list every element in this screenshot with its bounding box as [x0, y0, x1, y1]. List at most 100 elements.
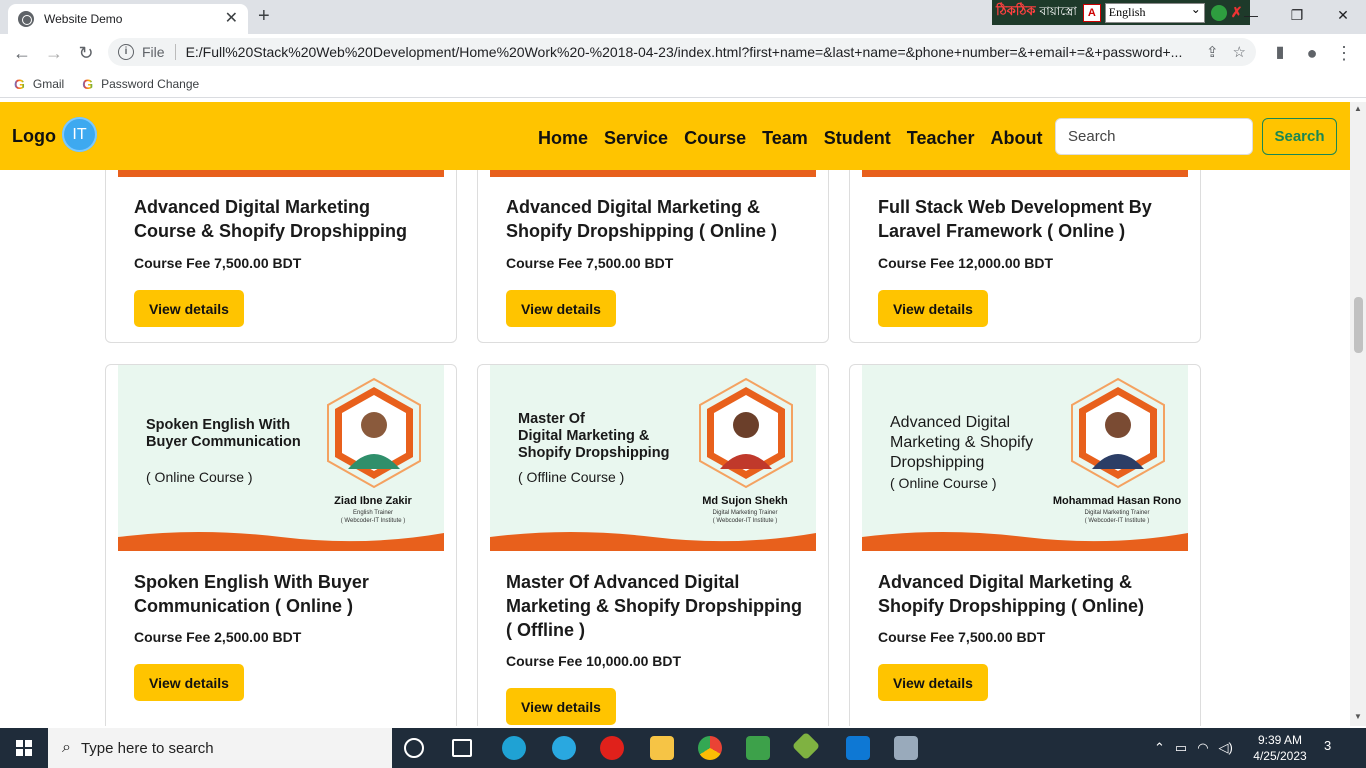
reload-icon[interactable]: ↻: [74, 41, 98, 65]
taskbar-search-input[interactable]: ⌕ Type here to search: [48, 728, 392, 768]
close-tab-icon[interactable]: ✕: [225, 11, 238, 27]
bookmark-label: Password Change: [101, 76, 200, 91]
nav-teacher[interactable]: Teacher: [907, 128, 975, 149]
nav-home[interactable]: Home: [538, 128, 588, 149]
browser-tab[interactable]: Website Demo ✕: [8, 4, 248, 34]
adobe-icon[interactable]: A: [1082, 3, 1101, 22]
download-icon[interactable]: [1210, 4, 1227, 21]
edge-icon[interactable]: [502, 736, 526, 760]
nav-course[interactable]: Course: [684, 128, 746, 149]
view-details-button[interactable]: View details: [134, 290, 244, 327]
course-card: Master Of Digital Marketing & Shopify Dr…: [477, 364, 829, 726]
trainer-institute: ( Webcoder-IT Institute ): [1084, 518, 1150, 524]
scrollbar-thumb[interactable]: [1354, 297, 1363, 353]
bookmark-password-change[interactable]: G Password Change: [82, 76, 199, 92]
volume-icon[interactable]: ◁): [1219, 740, 1233, 756]
course-fee: Course Fee 7,500.00 BDT: [134, 255, 302, 271]
network-tool-icon[interactable]: [894, 736, 918, 760]
notepad-plus-icon[interactable]: [746, 736, 770, 760]
profile-icon[interactable]: ●: [1300, 41, 1324, 65]
windows-start-icon[interactable]: [0, 728, 48, 768]
course-card: Spoken English With Buyer Communication …: [105, 364, 457, 726]
google-icon: G: [14, 75, 25, 92]
file-explorer-icon[interactable]: [650, 736, 674, 760]
taskbar-search-placeholder: Type here to search: [80, 739, 214, 757]
notification-icon[interactable]: 3: [1324, 738, 1344, 758]
course-fee: Course Fee 7,500.00 BDT: [878, 629, 1046, 645]
bookmark-star-icon[interactable]: ☆: [1233, 43, 1246, 61]
url-scheme-label: File: [142, 44, 165, 60]
task-view-icon[interactable]: [452, 739, 472, 757]
scroll-up-icon[interactable]: ▲: [1354, 104, 1362, 113]
banner-bottom-strip: [490, 169, 816, 177]
banner-title: Master Of Digital Marketing & Shopify Dr…: [518, 411, 670, 461]
back-icon[interactable]: ←: [10, 41, 34, 65]
bookmarks-bar: G Gmail G Password Change: [0, 70, 1366, 98]
address-bar[interactable]: i File E:/Full%20Stack%20Web%20Developme…: [108, 38, 1256, 66]
banner-subtitle: ( Offline Course ): [518, 469, 625, 485]
bookmark-gmail[interactable]: G Gmail: [14, 76, 64, 92]
notification-count: 3: [1324, 738, 1332, 753]
cortana-icon[interactable]: [404, 738, 424, 758]
course-title: Master Of Advanced Digital Marketing & S…: [506, 572, 802, 640]
course-fee: Course Fee 7,500.00 BDT: [506, 255, 674, 271]
nav-about[interactable]: About: [990, 128, 1042, 149]
taskbar-clock[interactable]: 9:39 AM 4/25/2023: [1250, 732, 1310, 764]
search-icon: ⌕: [62, 739, 71, 756]
battery-icon[interactable]: ▭: [1175, 740, 1187, 756]
url-text[interactable]: E:/Full%20Stack%20Web%20Development/Home…: [186, 44, 1192, 60]
restore-icon[interactable]: ❐: [1274, 0, 1320, 30]
course-fee: Course Fee 12,000.00 BDT: [878, 255, 1054, 271]
view-details-button[interactable]: View details: [878, 664, 988, 701]
nav-team[interactable]: Team: [762, 128, 808, 149]
view-details-button[interactable]: View details: [878, 290, 988, 327]
tab-title: Website Demo: [44, 12, 123, 26]
globe-icon: [18, 11, 34, 27]
close-window-icon[interactable]: ✕: [1320, 0, 1366, 30]
site-search-input[interactable]: [1055, 118, 1253, 155]
side-panel-icon[interactable]: ▮: [1268, 41, 1292, 65]
course-banner-image: Spoken English With Buyer Communication …: [118, 365, 444, 551]
site-search-button[interactable]: Search: [1262, 118, 1337, 155]
forward-icon[interactable]: →: [42, 41, 66, 65]
tab-strip: Website Demo ✕ + ঠিকঠিক বায়াস্ত্রো A En…: [0, 0, 1366, 34]
wifi-icon[interactable]: ◠: [1197, 740, 1208, 756]
trainer-photo: [327, 377, 421, 489]
chevron-up-icon[interactable]: ⌃: [1154, 740, 1165, 756]
main-menu: Home Service Course Team Student Teacher…: [538, 128, 1042, 149]
course-title: Full Stack Web Development By Laravel Fr…: [878, 197, 1152, 241]
skype-icon[interactable]: [552, 736, 576, 760]
browser-toolbar: ← → ↻ i File E:/Full%20Stack%20Web%20Dev…: [0, 34, 1366, 70]
banner-subtitle: ( Online Course ): [146, 469, 253, 485]
git-icon[interactable]: [791, 731, 821, 761]
view-details-button[interactable]: View details: [506, 290, 616, 327]
menu-kebab-icon[interactable]: ⋮: [1332, 41, 1356, 65]
new-tab-button[interactable]: +: [258, 6, 270, 26]
windows-taskbar: ⌕ Type here to search ⌃ ▭ ◠ ◁) 9:39 AM 4…: [0, 728, 1366, 768]
share-icon[interactable]: ⇪: [1206, 43, 1219, 61]
banner-wave: [490, 532, 816, 551]
banner-subtitle: ( Online Course ): [890, 475, 997, 491]
google-icon: G: [82, 75, 94, 92]
site-logo-text[interactable]: Logo: [12, 126, 56, 147]
view-details-button[interactable]: View details: [506, 688, 616, 725]
trainer-role: English Trainer: [352, 510, 394, 516]
opera-icon[interactable]: [600, 736, 624, 760]
nav-student[interactable]: Student: [824, 128, 891, 149]
minimize-icon[interactable]: —: [1228, 0, 1274, 30]
trainer-role: Digital Marketing Trainer: [712, 510, 778, 516]
course-card: Advanced Digital Marketing & Shopify Dro…: [849, 364, 1201, 726]
translator-toolbar: ঠিকঠিক বায়াস্ত্রো A English ✗: [992, 0, 1250, 25]
clock-date: 4/25/2023: [1253, 749, 1307, 763]
language-select[interactable]: English: [1104, 2, 1205, 23]
nav-service[interactable]: Service: [604, 128, 668, 149]
chrome-icon[interactable]: [698, 736, 722, 760]
translator-label: বায়াস্ত্রো: [1039, 3, 1077, 18]
page-scrollbar[interactable]: ▲ ▼: [1350, 102, 1366, 726]
view-details-button[interactable]: View details: [134, 664, 244, 701]
info-icon[interactable]: i: [118, 44, 134, 60]
logo-badge-icon[interactable]: IT: [62, 117, 97, 152]
scroll-down-icon[interactable]: ▼: [1354, 712, 1362, 721]
vscode-icon[interactable]: [846, 736, 870, 760]
course-banner-image: Advanced Digital Marketing & Shopify Dro…: [862, 365, 1188, 551]
